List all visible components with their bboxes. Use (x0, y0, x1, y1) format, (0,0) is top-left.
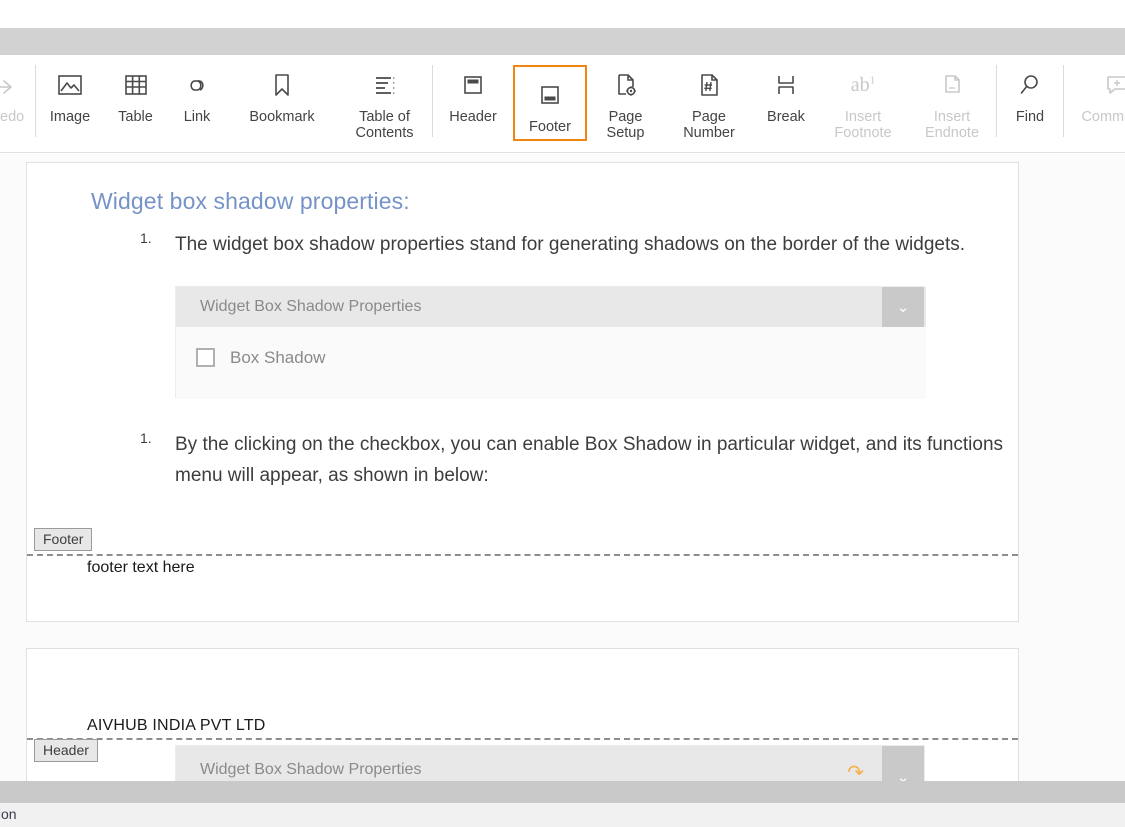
find-label: Find (1015, 109, 1045, 125)
header-page-icon (461, 69, 485, 101)
footer-button[interactable]: Footer (513, 65, 587, 141)
widget-title-text-2: Widget Box Shadow Properties (200, 761, 422, 778)
image-button[interactable]: Image (36, 55, 104, 145)
box-shadow-label: Box Shadow (230, 348, 326, 367)
status-bar: tion (0, 803, 1125, 827)
document-page-1[interactable]: Widget box shadow properties: 1. The wid… (26, 162, 1019, 622)
header-text[interactable]: AIVHUB INDIA PVT LTD (87, 717, 266, 735)
insert-ribbon-toolbar: edo Image Table Link Bookmark Table of C… (0, 55, 1125, 153)
search-magnifier-icon (1017, 69, 1043, 101)
application-window: edo Image Table Link Bookmark Table of C… (0, 0, 1125, 827)
list-item-number: 1. (140, 430, 152, 446)
embedded-widget-screenshot-2: Widget Box Shadow Properties ↷ ⌄ (175, 745, 925, 781)
widget-body: Box Shadow (176, 327, 926, 399)
find-button[interactable]: Find (997, 55, 1063, 145)
title-bar-strip (0, 0, 1125, 28)
document-page-2[interactable]: AIVHUB INDIA PVT LTD Header Widget Box S… (26, 648, 1019, 781)
list-item-number: 1. (140, 230, 152, 246)
insert-endnote-button[interactable]: Insert Endnote (908, 55, 996, 145)
insert-endnote-label: Insert Endnote (924, 109, 980, 142)
image-icon (57, 69, 83, 101)
status-bar-text: tion (0, 806, 17, 822)
header-label: Header (449, 109, 497, 125)
comment-plus-icon (1104, 69, 1125, 101)
link-chain-icon (182, 69, 212, 101)
footer-region-tag[interactable]: Footer (34, 528, 93, 551)
footer-text[interactable]: footer text here (87, 559, 195, 577)
link-button[interactable]: Link (167, 55, 227, 145)
document-canvas[interactable]: Widget box shadow properties: 1. The wid… (0, 153, 1125, 781)
table-button[interactable]: Table (104, 55, 167, 145)
table-grid-icon (123, 69, 149, 101)
widget-title-bar-2: Widget Box Shadow Properties (176, 746, 924, 781)
widget-title-bar: Widget Box Shadow Properties (176, 287, 926, 327)
box-shadow-checkbox (196, 348, 215, 367)
widget-title-text: Widget Box Shadow Properties (200, 298, 422, 315)
table-of-contents-icon (371, 69, 399, 101)
header-region-tag[interactable]: Header (34, 739, 98, 762)
redo-arrow-icon (0, 69, 18, 101)
refresh-arrow-icon: ↷ (847, 762, 864, 781)
table-of-contents-label: Table of Contents (355, 109, 414, 142)
page-setup-button[interactable]: Page Setup (587, 55, 664, 145)
break-button[interactable]: Break (754, 55, 818, 145)
footer-page-icon (538, 79, 562, 111)
page-break-icon (773, 69, 799, 101)
page-number-label: Page Number (683, 109, 735, 142)
page-number-button[interactable]: Page Number (664, 55, 754, 145)
redo-button[interactable]: edo (0, 55, 35, 145)
insert-footnote-label: Insert Footnote (834, 109, 892, 142)
break-label: Break (767, 109, 805, 125)
bookmark-button[interactable]: Bookmark (227, 55, 337, 145)
header-separator-line (27, 738, 1018, 740)
link-label: Link (183, 109, 211, 125)
list-item: 1. The widget box shadow properties stan… (140, 229, 1005, 260)
endnote-page-icon (939, 69, 965, 101)
footer-separator-line (27, 554, 1018, 556)
comments-label: Comments (1081, 109, 1125, 125)
footer-label: Footer (529, 119, 571, 135)
embedded-widget-screenshot: Widget Box Shadow Properties ⌄ Box Shado… (175, 286, 926, 399)
table-of-contents-button[interactable]: Table of Contents (337, 55, 432, 145)
comments-button[interactable]: Comments (1064, 55, 1125, 145)
page-setup-gear-icon (613, 69, 639, 101)
image-label: Image (49, 109, 91, 125)
menu-bar-strip (0, 28, 1125, 55)
status-bar-divider (0, 781, 1125, 803)
chevron-down-icon-2: ⌄ (882, 746, 924, 781)
chevron-down-icon: ⌄ (882, 287, 924, 327)
insert-footnote-button[interactable]: ab1 Insert Footnote (818, 55, 908, 145)
bookmark-label: Bookmark (249, 109, 315, 125)
list-item: 1. By the clicking on the checkbox, you … (140, 429, 1005, 491)
page-number-hash-icon (696, 69, 722, 101)
list-item-text: By the clicking on the checkbox, you can… (175, 434, 1004, 486)
bookmark-icon (269, 69, 295, 101)
table-label: Table (118, 109, 153, 125)
redo-label: edo (0, 109, 25, 125)
footnote-ab-icon: ab1 (850, 73, 876, 96)
page-heading: Widget box shadow properties: (91, 188, 410, 214)
list-item-text: The widget box shadow properties stand f… (175, 234, 966, 255)
header-button[interactable]: Header (433, 55, 513, 145)
page-setup-label: Page Setup (606, 109, 645, 142)
